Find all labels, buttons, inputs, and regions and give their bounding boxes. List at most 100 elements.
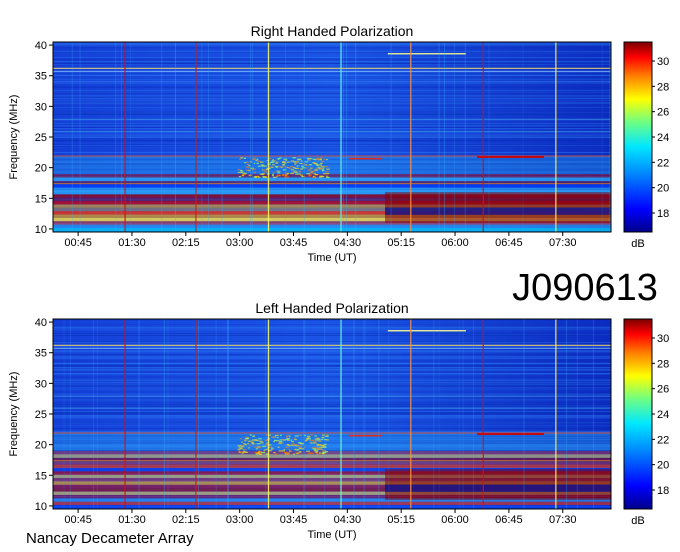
emission-pixel xyxy=(272,173,274,175)
x-tick-label: 07:30 xyxy=(549,514,577,526)
noise-line xyxy=(53,365,611,367)
vertical-noise xyxy=(378,319,380,509)
noise-line xyxy=(53,63,611,64)
noise-line xyxy=(53,357,611,359)
vertical-noise xyxy=(566,319,567,509)
instrument-label: Nancay Decameter Array xyxy=(26,530,194,547)
colorbar-tick-label: 30 xyxy=(657,56,669,68)
vertical-noise xyxy=(265,319,267,509)
vertical-noise xyxy=(438,319,440,509)
emission-pixel xyxy=(262,176,266,178)
vertical-noise xyxy=(69,319,71,509)
noise-line xyxy=(53,87,611,89)
x-tick-label: 01:30 xyxy=(118,237,146,249)
x-axis-label: Time (UT) xyxy=(307,252,356,264)
emission-pixel xyxy=(273,452,276,454)
colorbar-label: dB xyxy=(631,238,644,250)
x-tick-label: 03:45 xyxy=(280,237,308,249)
vertical-streak xyxy=(410,42,412,232)
vertical-noise xyxy=(363,319,365,509)
vertical-noise xyxy=(340,42,341,232)
observation-id: J090613 xyxy=(512,267,658,309)
emission-pixel xyxy=(271,175,274,177)
vertical-noise xyxy=(197,319,199,509)
right-polarization-panel: Right Handed Polarization 10 15 20 25 30 35 40 F… xyxy=(8,23,669,264)
noise-line xyxy=(53,133,611,135)
x-tick-label: 05:15 xyxy=(387,237,415,249)
vertical-noise xyxy=(458,319,460,509)
noise-line xyxy=(53,85,611,87)
noise-line xyxy=(53,334,611,336)
vertical-streak xyxy=(410,319,412,509)
panel-title: Left Handed Polarization xyxy=(255,300,408,316)
emission-pixel xyxy=(300,174,304,176)
noise-line xyxy=(53,113,611,115)
noise-line xyxy=(53,368,611,370)
vertical-noise xyxy=(601,42,603,232)
x-tick-label: 07:30 xyxy=(549,237,577,249)
vertical-streak xyxy=(555,319,557,509)
noise-line xyxy=(53,341,611,343)
emission-pixel xyxy=(319,452,321,454)
rfi-band xyxy=(53,174,611,178)
colorbar-tick-label: 22 xyxy=(657,434,669,446)
noise-line xyxy=(53,106,611,108)
y-tick-label: 30 xyxy=(35,378,47,390)
noise-line xyxy=(53,417,611,419)
rfi-burst xyxy=(477,433,545,435)
vertical-noise xyxy=(304,319,306,509)
vertical-noise xyxy=(79,42,81,232)
noise-line xyxy=(53,93,611,95)
noise-line xyxy=(53,48,611,50)
vertical-noise xyxy=(115,42,117,232)
rfi-line xyxy=(53,70,611,73)
rfi-burst xyxy=(477,156,545,158)
vertical-noise xyxy=(464,42,466,232)
rfi-band xyxy=(53,505,611,509)
noise-line xyxy=(53,98,611,99)
emission-pixel xyxy=(277,174,281,176)
emission-pixel xyxy=(274,453,278,455)
noise-line xyxy=(53,354,611,355)
noise-line xyxy=(53,402,611,404)
noise-line xyxy=(53,430,611,432)
noise-line xyxy=(53,42,611,44)
noise-line xyxy=(53,350,611,352)
emission-pixel xyxy=(315,451,318,454)
x-tick-label: 00:45 xyxy=(64,237,92,249)
colorbar-tick-label: 22 xyxy=(657,157,669,169)
noise-line xyxy=(53,135,611,137)
rfi-band xyxy=(53,187,611,191)
x-tick-label: 03:00 xyxy=(226,514,254,526)
noise-line xyxy=(53,373,611,375)
x-tick-label: 03:45 xyxy=(280,514,308,526)
noise-line xyxy=(53,77,611,79)
low-freq-gap xyxy=(385,207,611,215)
vertical-streak xyxy=(267,319,270,509)
y-tick-label: 30 xyxy=(35,101,47,113)
x-tick-label: 04:30 xyxy=(334,514,362,526)
vertical-noise xyxy=(252,42,253,232)
noise-line xyxy=(53,137,611,139)
vertical-noise xyxy=(462,319,464,509)
noise-line xyxy=(53,51,611,52)
colorbar-tick-label: 28 xyxy=(657,358,669,370)
noise-line xyxy=(53,146,611,147)
noise-line xyxy=(53,149,611,151)
y-tick-label: 40 xyxy=(35,40,47,52)
noise-line xyxy=(53,362,611,364)
noise-line xyxy=(53,360,611,362)
rfi-band xyxy=(53,184,611,188)
emission-pixel xyxy=(312,176,316,178)
x-axis-label: Time (UT) xyxy=(307,529,356,541)
y-tick-label: 35 xyxy=(35,71,47,83)
vertical-noise xyxy=(444,42,445,232)
noise-line xyxy=(53,412,611,414)
noise-line xyxy=(53,367,611,369)
noise-line xyxy=(53,329,611,331)
vertical-noise xyxy=(488,42,490,232)
noise-line xyxy=(53,136,611,138)
vertical-noise xyxy=(93,319,94,509)
vertical-noise xyxy=(353,319,355,509)
vertical-noise xyxy=(388,319,390,509)
